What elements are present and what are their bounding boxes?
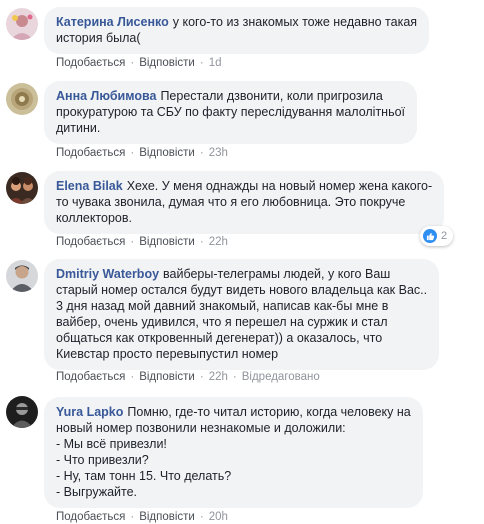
reply-link[interactable]: Відповісти [139, 511, 195, 523]
comment-bubble: Катерина Лисенко у кого-то из знакомых то… [44, 7, 430, 54]
comment-timestamp[interactable]: 22h [209, 236, 228, 248]
comment-author[interactable]: Yura Lapko [56, 405, 123, 419]
comment-bubble: Dmitriy Waterboy вайберы-телеграмы людей,… [44, 259, 440, 370]
comment-timestamp[interactable]: 23h [209, 147, 228, 159]
comment-text-line: общаться как откровенный дегенерат)) а о… [56, 331, 383, 345]
comment-actions: Подобається · Відповісти · 1d [56, 56, 222, 70]
comment-text-line: - Выгружайте. [56, 485, 138, 499]
separator: · [199, 57, 204, 69]
comment-text-line: - Что привезли? [56, 453, 149, 467]
like-link[interactable]: Подобається [56, 371, 125, 383]
separator: · [130, 511, 135, 523]
separator: · [232, 371, 237, 383]
separator: · [130, 371, 135, 383]
comment-author[interactable]: Dmitriy Waterboy [56, 267, 159, 281]
comment-actions: Подобається · Відповісти · 23h [56, 146, 228, 160]
separator: · [199, 236, 204, 248]
like-link[interactable]: Подобається [56, 147, 125, 159]
reaction-count-value: 2 [441, 230, 448, 242]
comment-text-line: Помню, где-то читал историю, когда челов… [127, 405, 411, 419]
comment-text-line: то чувака звонила, думая что я его любов… [56, 195, 406, 209]
like-icon [423, 229, 437, 243]
comment-timestamp[interactable]: 20h [209, 511, 228, 523]
comment-bubble: Yura Lapko Помню, где-то читал историю, к… [44, 397, 423, 508]
comment-actions: Подобається · Відповісти · 22h · Відредаговано [56, 370, 320, 384]
comment-text-line: Хехе. У меня однажды на новый номер жена… [126, 179, 433, 193]
reply-link[interactable]: Відповісти [139, 147, 195, 159]
comment-timestamp[interactable]: 22h [209, 371, 228, 383]
avatar[interactable] [6, 83, 38, 115]
comment-text-line: Киевстар просто перевыпустил номер [56, 347, 279, 361]
comment-timestamp[interactable]: 1d [209, 57, 222, 69]
comment-text-line: новый номер позвонили незнакомые и долож… [56, 421, 346, 435]
comment-actions: Подобається · Відповісти · 22h [56, 235, 228, 249]
comment-actions: Подобається · Відповісти · 20h [56, 510, 228, 524]
edited-label[interactable]: Відредаговано [242, 371, 320, 383]
like-link[interactable]: Подобається [56, 511, 125, 523]
avatar[interactable] [6, 8, 38, 40]
comment-author[interactable]: Катерина Лисенко [56, 15, 169, 29]
comment-text-line: Перестали дзвонити, коли пригрозила [160, 89, 383, 103]
comment-text-line: - Ну, там тонн 15. Что делать? [56, 469, 232, 483]
reply-link[interactable]: Відповісти [139, 371, 195, 383]
comment-text-line: вайберы-телеграмы людей, у кого Ваш [163, 267, 391, 281]
separator: · [130, 236, 135, 248]
comment-text-line: коллекторов. [56, 211, 132, 225]
reply-link[interactable]: Відповісти [139, 236, 195, 248]
reaction-count[interactable]: 2 [420, 226, 454, 246]
comment-text-line: вайбер, очень удивился, что я перешел на… [56, 315, 388, 329]
comment-text-line: 3 дня назад мой давний знакомый, написав… [56, 299, 389, 313]
comment-text-line: дитини. [56, 121, 101, 135]
reply-link[interactable]: Відповісти [139, 57, 195, 69]
comment-text-line: - Мы всё привезли! [56, 437, 167, 451]
separator: · [199, 147, 204, 159]
comment-bubble: Анна Любимова Перестали дзвонити, коли пр… [44, 81, 418, 144]
avatar[interactable] [6, 260, 38, 292]
separator: · [199, 371, 204, 383]
comment-author[interactable]: Elena Bilak [56, 179, 123, 193]
comment-text-line: у кого-то из знакомых тоже недавно такая [172, 15, 418, 29]
like-link[interactable]: Подобається [56, 57, 125, 69]
like-link[interactable]: Подобається [56, 236, 125, 248]
avatar[interactable] [6, 396, 38, 428]
avatar[interactable] [6, 172, 38, 204]
comment-author[interactable]: Анна Любимова [56, 89, 156, 103]
comment-text-line: старый номер остался будут видеть нового… [56, 283, 428, 297]
separator: · [130, 147, 135, 159]
separator: · [199, 511, 204, 523]
comment-bubble: Elena Bilak Хехе. У меня однажды на новый… [44, 171, 445, 234]
comment-text-line: прокуратурою та СБУ по факту переслідува… [56, 105, 406, 119]
separator: · [130, 57, 135, 69]
comment-text-line: история была( [56, 31, 141, 45]
